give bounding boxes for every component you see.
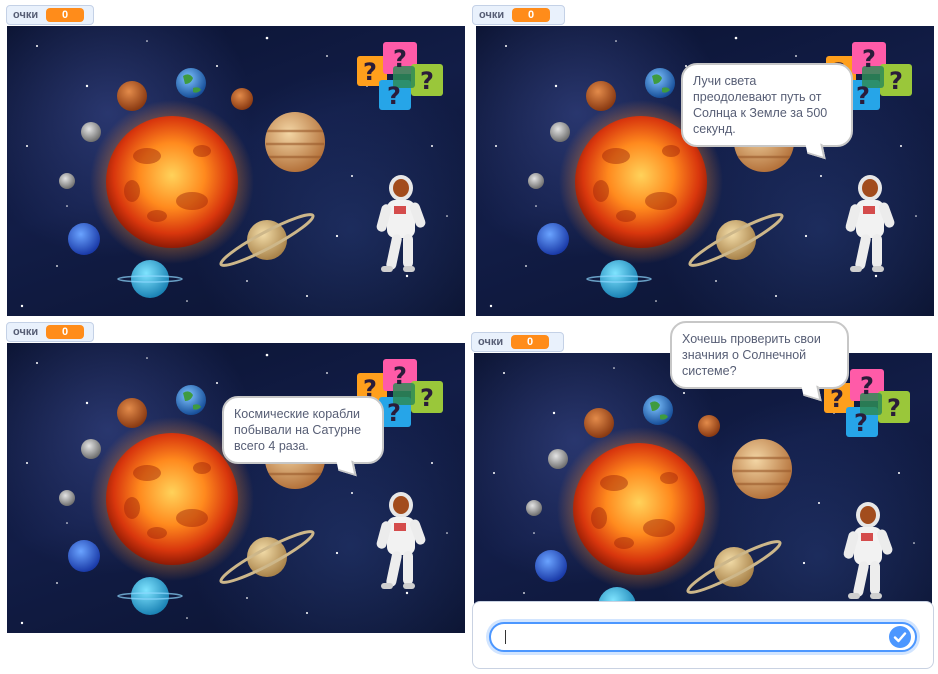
score-monitor: очки 0 bbox=[471, 332, 564, 352]
check-icon bbox=[893, 632, 907, 643]
stage-panel-4[interactable] bbox=[474, 353, 932, 643]
score-monitor: очки 0 bbox=[6, 5, 94, 25]
speech-bubble-text: Хочешь проверить свои значния о Солнечно… bbox=[682, 332, 821, 378]
space-scene bbox=[19, 35, 450, 309]
score-label: очки bbox=[13, 9, 39, 21]
speech-bubble: Космические корабли побывали на Сатурне … bbox=[222, 396, 384, 464]
score-label: очки bbox=[478, 336, 504, 348]
text-caret bbox=[505, 630, 506, 644]
score-label: очки bbox=[479, 9, 505, 21]
space-scene bbox=[19, 352, 450, 626]
ask-prompt bbox=[472, 601, 934, 669]
question-speech-bubbles-icon bbox=[357, 42, 443, 110]
score-value: 0 bbox=[46, 8, 85, 22]
speech-bubble-text: Космические корабли побывали на Сатурне … bbox=[234, 407, 362, 453]
score-value: 0 bbox=[511, 335, 550, 349]
score-value: 0 bbox=[512, 8, 551, 22]
stage-panel-1[interactable] bbox=[7, 26, 465, 316]
speech-bubble: Хочешь проверить свои значния о Солнечно… bbox=[670, 321, 849, 389]
score-value: 0 bbox=[46, 325, 85, 339]
score-monitor: очки 0 bbox=[472, 5, 565, 25]
score-monitor: очки 0 bbox=[6, 322, 94, 342]
submit-answer-button[interactable] bbox=[889, 626, 911, 648]
speech-bubble-text: Лучи света преодолевают путь от Солнца к… bbox=[693, 74, 828, 136]
stage-panel-3[interactable] bbox=[7, 343, 465, 633]
answer-input[interactable] bbox=[489, 622, 917, 652]
speech-bubble: Лучи света преодолевают путь от Солнца к… bbox=[681, 63, 853, 147]
score-label: очки bbox=[13, 326, 39, 338]
space-scene bbox=[486, 362, 917, 636]
